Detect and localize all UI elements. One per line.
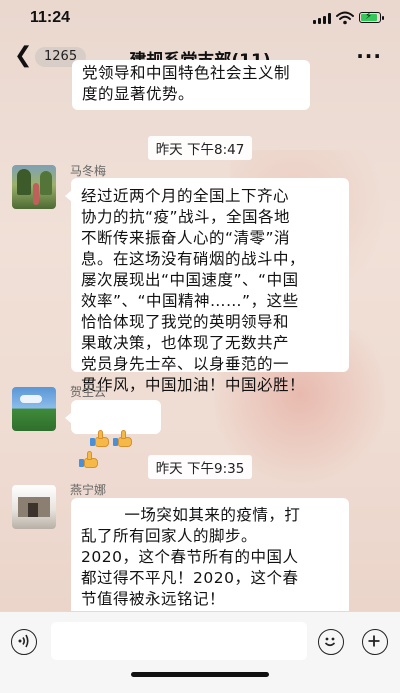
status-time: 11:24 [30,9,71,26]
cellular-signal-icon [313,13,331,24]
timestamp-text: 昨天 下午8:47 [147,136,253,160]
message-bubble-emoji[interactable] [65,400,161,468]
avatar-madongmei[interactable] [12,165,56,209]
timestamp: 昨天 下午8:47 [0,136,400,160]
message-bubble[interactable]: 党领导和中国特色社会主义制 度的显著优势。 [72,60,310,110]
voice-icon[interactable] [11,629,37,655]
timestamp-text: 昨天 下午9:35 [147,455,253,479]
message-bubble[interactable]: 一场突如其来的疫情，打 乱了所有回家人的脚步。 2020，这个春节所有的中国人 … [71,498,349,616]
sender-name: 贺生云 [70,385,107,399]
avatar-heshengyun[interactable] [12,387,56,431]
thumbs-up-icon [89,429,110,448]
thumbs-up-icon [112,429,133,448]
input-toolbar [0,611,400,693]
message-bubble[interactable]: 经过近两个月的全国上下齐心 协力的抗“疫”战斗，全国各地 不断传来振奋人心的“清… [65,178,349,394]
battery-icon: ⚡ [359,11,384,23]
timestamp: 昨天 下午9:35 [0,455,400,479]
message-input[interactable] [51,622,307,660]
avatar-yanningna[interactable] [12,485,56,529]
status-bar: 11:24 ⚡ [0,0,400,38]
wifi-icon [336,11,354,25]
sender-name: 燕宁娜 [70,483,107,497]
more-options-icon[interactable]: ··· [356,44,382,68]
home-indicator [131,672,269,677]
sender-name: 马冬梅 [70,164,107,178]
plus-icon[interactable] [362,629,388,655]
smile-icon[interactable] [318,629,344,655]
